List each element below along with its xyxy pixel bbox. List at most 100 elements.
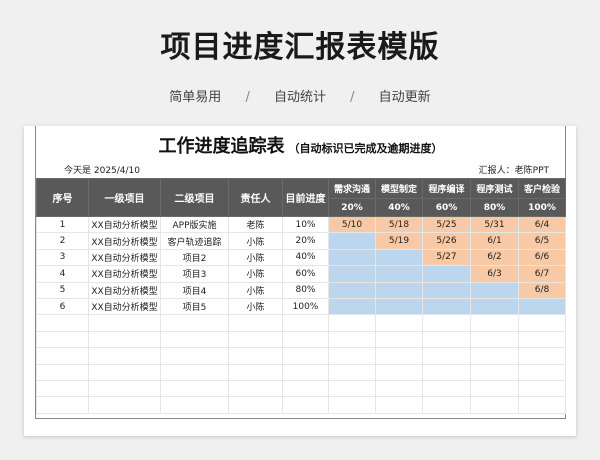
cell-no[interactable]: 1 bbox=[36, 215, 89, 234]
empty-cell[interactable] bbox=[328, 314, 376, 332]
cell-l1[interactable]: XX自动分析模型 bbox=[88, 232, 161, 250]
cell-stage-date[interactable] bbox=[422, 281, 471, 299]
cell-l2[interactable]: 项目5 bbox=[160, 297, 229, 316]
empty-cell[interactable] bbox=[422, 330, 471, 349]
cell-no[interactable]: 6 bbox=[36, 297, 89, 316]
cell-stage-date[interactable] bbox=[518, 297, 566, 316]
empty-cell[interactable] bbox=[160, 363, 229, 381]
cell-l2[interactable]: 项目2 bbox=[160, 248, 229, 267]
cell-progress[interactable]: 40% bbox=[282, 248, 329, 267]
empty-cell[interactable] bbox=[375, 396, 423, 414]
cell-progress[interactable]: 100% bbox=[282, 297, 329, 316]
cell-l2[interactable]: 项目4 bbox=[160, 281, 229, 299]
cell-l1[interactable]: XX自动分析模型 bbox=[88, 281, 161, 299]
empty-cell[interactable] bbox=[518, 347, 566, 365]
cell-stage-date[interactable] bbox=[328, 297, 376, 316]
cell-l1[interactable]: XX自动分析模型 bbox=[88, 248, 161, 267]
empty-cell[interactable] bbox=[518, 363, 566, 381]
cell-stage-date[interactable] bbox=[422, 265, 471, 283]
empty-cell[interactable] bbox=[470, 347, 519, 365]
empty-cell[interactable] bbox=[36, 347, 89, 365]
empty-cell[interactable] bbox=[282, 347, 329, 365]
empty-cell[interactable] bbox=[88, 347, 161, 365]
cell-stage-date[interactable]: 5/27 bbox=[422, 248, 471, 267]
empty-cell[interactable] bbox=[228, 396, 283, 414]
empty-cell[interactable] bbox=[36, 314, 89, 332]
empty-cell[interactable] bbox=[422, 396, 471, 414]
empty-cell[interactable] bbox=[228, 330, 283, 349]
empty-cell[interactable] bbox=[160, 379, 229, 398]
cell-stage-date[interactable]: 5/10 bbox=[328, 215, 376, 234]
cell-owner[interactable]: 小陈 bbox=[228, 297, 283, 316]
cell-stage-date[interactable] bbox=[328, 281, 376, 299]
cell-stage-date[interactable]: 6/3 bbox=[470, 265, 519, 283]
cell-stage-date[interactable] bbox=[375, 297, 423, 316]
empty-cell[interactable] bbox=[375, 314, 423, 332]
empty-cell[interactable] bbox=[470, 330, 519, 349]
empty-cell[interactable] bbox=[375, 347, 423, 365]
cell-stage-date[interactable] bbox=[328, 232, 376, 250]
empty-cell[interactable] bbox=[282, 314, 329, 332]
empty-cell[interactable] bbox=[160, 347, 229, 365]
cell-stage-date[interactable] bbox=[328, 248, 376, 267]
cell-stage-date[interactable]: 5/18 bbox=[375, 215, 423, 234]
empty-cell[interactable] bbox=[422, 379, 471, 398]
cell-stage-date[interactable] bbox=[375, 281, 423, 299]
cell-stage-date[interactable] bbox=[375, 248, 423, 267]
empty-cell[interactable] bbox=[88, 330, 161, 349]
empty-cell[interactable] bbox=[160, 314, 229, 332]
empty-cell[interactable] bbox=[282, 330, 329, 349]
empty-cell[interactable] bbox=[328, 347, 376, 365]
empty-cell[interactable] bbox=[328, 330, 376, 349]
empty-cell[interactable] bbox=[160, 396, 229, 414]
empty-cell[interactable] bbox=[518, 330, 566, 349]
cell-l1[interactable]: XX自动分析模型 bbox=[88, 265, 161, 283]
cell-l2[interactable]: 客户轨迹追踪 bbox=[160, 232, 229, 250]
cell-l1[interactable]: XX自动分析模型 bbox=[88, 297, 161, 316]
empty-cell[interactable] bbox=[88, 314, 161, 332]
empty-cell[interactable] bbox=[518, 396, 566, 414]
empty-cell[interactable] bbox=[375, 363, 423, 381]
empty-cell[interactable] bbox=[470, 363, 519, 381]
cell-stage-date[interactable]: 5/25 bbox=[422, 215, 471, 234]
empty-cell[interactable] bbox=[282, 396, 329, 414]
cell-progress[interactable]: 20% bbox=[282, 232, 329, 250]
cell-progress[interactable]: 60% bbox=[282, 265, 329, 283]
empty-cell[interactable] bbox=[228, 314, 283, 332]
cell-owner[interactable]: 老陈 bbox=[228, 215, 283, 234]
empty-cell[interactable] bbox=[88, 379, 161, 398]
cell-owner[interactable]: 小陈 bbox=[228, 248, 283, 267]
cell-stage-date[interactable] bbox=[328, 265, 376, 283]
cell-stage-date[interactable]: 6/2 bbox=[470, 248, 519, 267]
cell-stage-date[interactable]: 5/19 bbox=[375, 232, 423, 250]
cell-stage-date[interactable]: 6/4 bbox=[518, 215, 566, 234]
cell-no[interactable]: 2 bbox=[36, 232, 89, 250]
cell-stage-date[interactable]: 6/8 bbox=[518, 281, 566, 299]
cell-progress[interactable]: 80% bbox=[282, 281, 329, 299]
empty-cell[interactable] bbox=[328, 363, 376, 381]
empty-cell[interactable] bbox=[282, 363, 329, 381]
cell-stage-date[interactable]: 5/31 bbox=[470, 215, 519, 234]
cell-stage-date[interactable]: 6/5 bbox=[518, 232, 566, 250]
cell-stage-date[interactable]: 6/6 bbox=[518, 248, 566, 267]
empty-cell[interactable] bbox=[88, 396, 161, 414]
empty-cell[interactable] bbox=[422, 314, 471, 332]
empty-cell[interactable] bbox=[375, 330, 423, 349]
empty-cell[interactable] bbox=[470, 379, 519, 398]
empty-cell[interactable] bbox=[228, 363, 283, 381]
empty-cell[interactable] bbox=[228, 379, 283, 398]
empty-cell[interactable] bbox=[228, 347, 283, 365]
cell-l1[interactable]: XX自动分析模型 bbox=[88, 215, 161, 234]
cell-l2[interactable]: APP版实施 bbox=[160, 215, 229, 234]
cell-no[interactable]: 5 bbox=[36, 281, 89, 299]
cell-stage-date[interactable] bbox=[422, 297, 471, 316]
empty-cell[interactable] bbox=[282, 379, 329, 398]
empty-cell[interactable] bbox=[328, 379, 376, 398]
cell-owner[interactable]: 小陈 bbox=[228, 265, 283, 283]
empty-cell[interactable] bbox=[470, 314, 519, 332]
cell-progress[interactable]: 10% bbox=[282, 215, 329, 234]
cell-l2[interactable]: 项目3 bbox=[160, 265, 229, 283]
empty-cell[interactable] bbox=[88, 363, 161, 381]
cell-stage-date[interactable] bbox=[375, 265, 423, 283]
cell-stage-date[interactable]: 5/26 bbox=[422, 232, 471, 250]
